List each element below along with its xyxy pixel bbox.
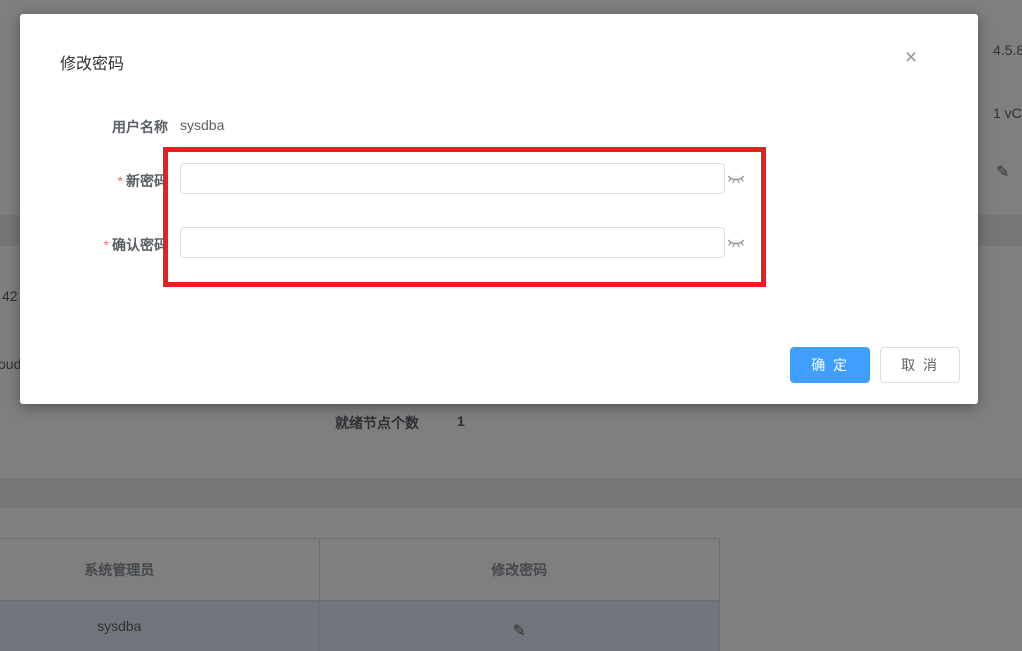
confirm-button[interactable]: 确 定: [790, 347, 870, 383]
dialog-title: 修改密码: [60, 50, 124, 74]
confirm-password-label: *确认密码: [20, 235, 168, 255]
change-password-dialog: 修改密码 × 用户名称 sysdba *新密码 *确认密码: [20, 14, 978, 404]
screen: 4.5.8 1 vCPU ✎ 42 oud 就绪节点个数 1 系统管理员 修改密…: [0, 0, 1022, 651]
dialog-footer: 确 定 取 消: [790, 347, 960, 383]
eye-invisible-icon[interactable]: [727, 236, 745, 249]
cancel-button[interactable]: 取 消: [880, 347, 960, 383]
new-password-input[interactable]: [180, 163, 725, 194]
required-marker: *: [104, 237, 109, 253]
username-value: sysdba: [180, 117, 224, 133]
username-label: 用户名称: [20, 117, 168, 137]
required-marker: *: [118, 173, 123, 189]
new-password-label: *新密码: [20, 171, 168, 191]
close-icon[interactable]: ×: [899, 45, 923, 69]
new-password-label-text: 新密码: [126, 173, 168, 189]
new-password-row: *新密码: [20, 163, 978, 195]
username-row: 用户名称 sysdba: [20, 110, 978, 140]
confirm-password-input[interactable]: [180, 227, 725, 258]
confirm-password-label-text: 确认密码: [112, 237, 168, 253]
eye-invisible-icon[interactable]: [727, 172, 745, 185]
confirm-password-row: *确认密码: [20, 227, 978, 259]
